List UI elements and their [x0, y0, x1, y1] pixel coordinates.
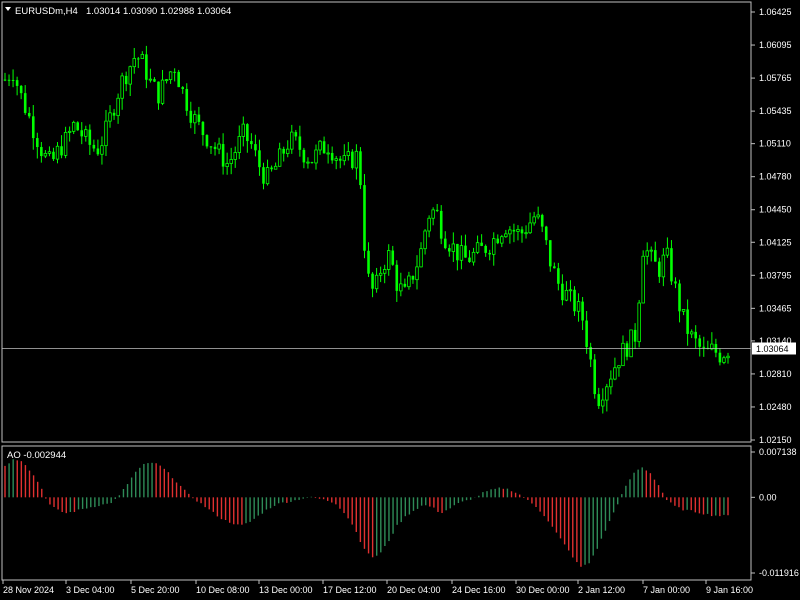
price-tick-label: 1.04450	[759, 205, 792, 215]
ao-tick-label: -0.011916	[759, 568, 799, 578]
candle	[177, 69, 180, 88]
time-tick-label: 13 Dec 00:00	[259, 585, 313, 595]
time-tick-label: 2 Jan 12:00	[578, 585, 625, 595]
candle	[76, 121, 80, 131]
candle	[593, 354, 597, 399]
time-tick-label: 9 Jan 16:00	[706, 585, 753, 595]
price-tick-label: 1.02480	[759, 402, 792, 412]
candle	[359, 147, 362, 189]
price-tick-label: 1.06425	[759, 7, 792, 17]
candle	[629, 329, 633, 358]
price-tick-label: 1.03795	[759, 270, 792, 280]
time-tick-label: 7 Jan 00:00	[643, 585, 690, 595]
time-tick-label: 30 Dec 00:00	[516, 585, 570, 595]
candle	[363, 174, 366, 259]
time-tick-label: 17 Dec 12:00	[323, 585, 377, 595]
price-tick-label: 1.02810	[759, 369, 792, 379]
price-tick-label: 1.05110	[759, 139, 791, 149]
chart-canvas[interactable]: 1.06425 1.06095 1.05765 1.05435 1.05110 1.047…	[0, 0, 800, 600]
price-tick-label: 1.05435	[759, 106, 792, 116]
ao-title: AO -0.002944	[7, 450, 66, 461]
time-tick-label: 24 Dec 16:00	[452, 585, 506, 595]
ao-tick-label: 0.007138	[759, 447, 797, 457]
current-price-label: 1.03064	[756, 344, 789, 354]
price-tick-label: 1.04780	[759, 172, 792, 182]
current-price-badge: 1.03064	[752, 342, 796, 355]
time-tick-label: 5 Dec 20:00	[131, 585, 180, 595]
time-tick-label: 3 Dec 04:00	[66, 585, 115, 595]
time-tick-label: 28 Nov 2024	[3, 585, 54, 595]
price-tick-label: 1.05765	[759, 73, 792, 83]
candle	[439, 205, 443, 245]
time-tick-label: 10 Dec 08:00	[196, 585, 250, 595]
ao-tick-label: 0.00	[759, 492, 777, 502]
price-tick-label: 1.02150	[759, 435, 792, 445]
ohlc-label: 1.03014 1.03090 1.02988 1.03064	[86, 6, 231, 17]
price-tick-label: 1.04125	[759, 237, 792, 247]
chart-header: EURUSDm,H4 1.03014 1.03090 1.02988 1.030…	[5, 6, 231, 17]
time-tick-label: 20 Dec 04:00	[387, 585, 441, 595]
price-tick-label: 1.03465	[759, 303, 792, 313]
candle	[641, 250, 645, 304]
candle	[351, 149, 354, 170]
candle	[637, 299, 641, 348]
price-tick-label: 1.06095	[759, 40, 792, 50]
symbol-label: EURUSDm,H4	[15, 6, 78, 17]
